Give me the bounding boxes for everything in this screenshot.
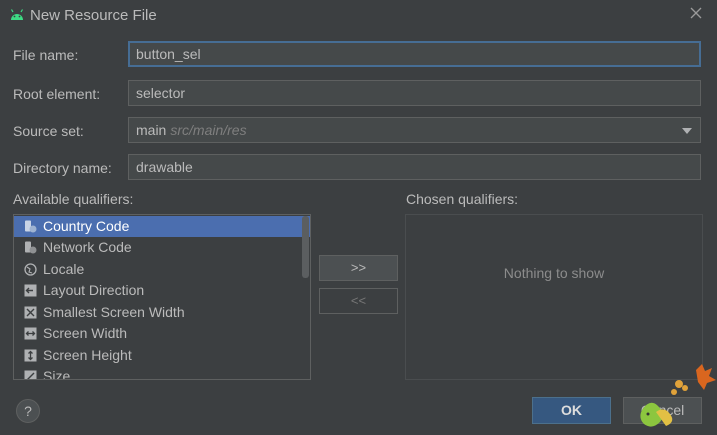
qualifier-label: Size <box>43 368 71 380</box>
source-set-value: main <box>136 122 167 138</box>
ok-button[interactable]: OK <box>532 397 611 424</box>
network-code-icon <box>25 241 37 254</box>
source-set-dropdown[interactable]: main src/main/res <box>128 117 701 143</box>
qualifier-label: Country Code <box>43 218 130 234</box>
qualifier-smallest-screen-width[interactable]: Smallest Screen Width <box>14 302 310 323</box>
screen-height-icon <box>24 349 37 362</box>
smallest-screen-width-icon <box>24 306 37 319</box>
root-element-label: Root element: <box>13 86 101 102</box>
directory-name-input[interactable]: drawable <box>128 154 701 180</box>
decorative-pets-image <box>640 364 716 427</box>
root-element-input[interactable]: selector <box>128 80 701 106</box>
add-qualifier-button[interactable]: >> <box>319 255 398 281</box>
chosen-qualifiers-label: Chosen qualifiers: <box>406 191 519 207</box>
qualifier-label: Locale <box>43 261 85 277</box>
qualifier-label: Network Code <box>43 239 132 255</box>
country-code-icon <box>25 220 37 233</box>
chosen-qualifiers-list[interactable]: Nothing to show <box>405 214 703 380</box>
title-bar: New Resource File <box>0 0 717 32</box>
qualifier-label: Layout Direction <box>43 282 145 298</box>
root-element-value: selector <box>136 85 186 101</box>
list-scrollbar-thumb[interactable] <box>302 216 309 278</box>
qualifier-screen-width[interactable]: Screen Width <box>14 323 310 344</box>
file-name-value: button_sel <box>136 46 201 62</box>
close-icon[interactable] <box>688 5 704 21</box>
window-title: New Resource File <box>30 7 157 24</box>
globe-icon <box>24 263 37 276</box>
layout-direction-icon <box>24 284 37 297</box>
qualifier-locale[interactable]: Locale <box>14 259 310 280</box>
help-button[interactable]: ? <box>16 399 40 423</box>
qualifier-label: Screen Width <box>43 325 128 341</box>
available-qualifiers-label: Available qualifiers: <box>13 191 134 207</box>
source-set-hint: src/main/res <box>170 122 247 138</box>
chevron-down-icon <box>682 128 692 134</box>
directory-name-value: drawable <box>136 159 193 175</box>
qualifier-layout-direction[interactable]: Layout Direction <box>14 280 310 301</box>
qualifier-size[interactable]: Size <box>14 366 310 380</box>
screen-width-icon <box>24 327 37 340</box>
empty-state-text: Nothing to show <box>503 265 605 281</box>
source-set-label: Source set: <box>13 123 84 139</box>
file-name-input[interactable]: button_sel <box>128 41 701 67</box>
available-qualifiers-list[interactable]: Country Code Network Code Locale Layout … <box>13 214 311 380</box>
qualifier-screen-height[interactable]: Screen Height <box>14 345 310 366</box>
file-name-label: File name: <box>13 47 79 63</box>
size-icon <box>24 370 37 379</box>
qualifier-label: Screen Height <box>43 347 132 363</box>
directory-name-label: Directory name: <box>13 160 112 176</box>
qualifier-country-code[interactable]: Country Code <box>14 216 310 237</box>
remove-qualifier-button[interactable]: << <box>319 288 398 314</box>
android-icon <box>10 9 24 20</box>
qualifier-label: Smallest Screen Width <box>43 304 185 320</box>
qualifier-network-code[interactable]: Network Code <box>14 237 310 258</box>
